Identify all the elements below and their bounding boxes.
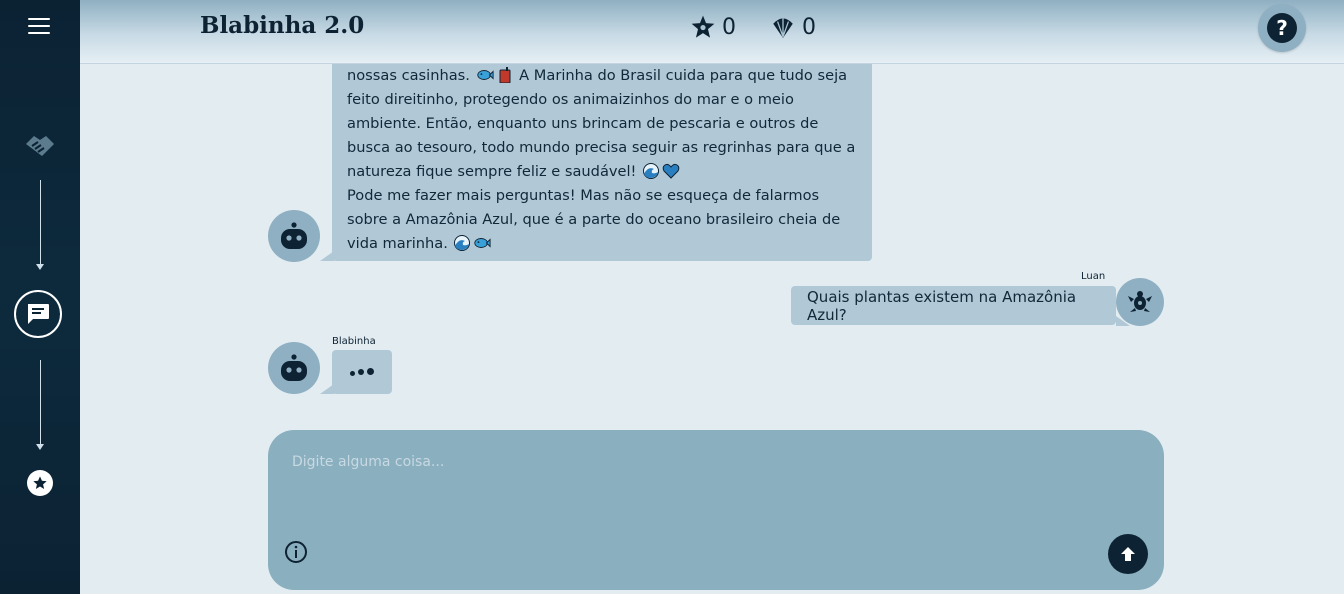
help-icon: ? xyxy=(1267,13,1297,43)
message-composer xyxy=(268,430,1164,590)
bot-name: Blabinha xyxy=(332,336,376,347)
message-paragraph: Pode me fazer mais perguntas! Mas não se… xyxy=(347,184,856,256)
header: Blabinha 2.0 0 0 ? xyxy=(80,0,1344,64)
info-icon xyxy=(285,541,307,563)
arrow-down-icon xyxy=(36,444,44,450)
fish-icon xyxy=(476,70,494,80)
wave-icon xyxy=(454,235,471,251)
info-button[interactable] xyxy=(284,540,308,564)
user-message-bubble: Quais plantas existem na Amazônia Azul? xyxy=(791,286,1116,325)
help-button[interactable]: ? xyxy=(1258,4,1306,52)
user-avatar xyxy=(1116,278,1164,326)
bot-avatar xyxy=(268,210,320,262)
seashell-icon xyxy=(773,18,793,38)
menu-icon[interactable] xyxy=(28,16,52,36)
chat-bubble-icon xyxy=(28,304,49,324)
robot-icon xyxy=(281,354,307,381)
chat-area[interactable]: nossas casinhas. A Marinha do Brasil cui… xyxy=(80,64,1344,594)
bubble-tail xyxy=(320,384,334,394)
arrow-down-icon xyxy=(36,264,44,270)
shells-count: 0 xyxy=(802,14,816,40)
bot-message-bubble: nossas casinhas. A Marinha do Brasil cui… xyxy=(332,64,872,261)
stars-score: 0 xyxy=(690,14,736,40)
arrow-up-icon xyxy=(1121,547,1135,561)
app-title: Blabinha 2.0 xyxy=(200,12,365,39)
user-name: Luan xyxy=(1081,271,1106,282)
robot-icon xyxy=(281,222,307,249)
message-text: Pode me fazer mais perguntas! Mas não se… xyxy=(347,187,841,252)
typing-dot xyxy=(350,370,355,376)
chat-step-button[interactable] xyxy=(14,290,62,338)
juice-box-icon xyxy=(499,67,511,83)
progress-line xyxy=(40,360,41,444)
progress-line xyxy=(40,180,41,264)
shells-score: 0 xyxy=(770,14,816,40)
star-icon xyxy=(33,476,47,489)
stars-count: 0 xyxy=(722,14,736,40)
message-paragraph: nossas casinhas. A Marinha do Brasil cui… xyxy=(347,64,856,184)
message-text: nossas casinhas. xyxy=(347,67,470,84)
blue-heart-icon xyxy=(662,163,680,179)
sea-turtle-icon xyxy=(1128,291,1152,312)
handshake-icon[interactable] xyxy=(22,130,58,162)
bot-avatar xyxy=(268,342,320,394)
starfish-icon xyxy=(691,15,715,38)
typing-dot xyxy=(367,367,374,375)
message-input[interactable] xyxy=(290,452,1114,536)
wave-icon xyxy=(643,163,660,179)
send-button[interactable] xyxy=(1108,534,1148,574)
bubble-tail xyxy=(320,251,334,261)
typing-dot xyxy=(358,369,364,375)
typing-indicator xyxy=(332,350,392,394)
sidebar xyxy=(0,0,80,594)
star-step-button[interactable] xyxy=(27,470,53,496)
message-text: Quais plantas existem na Amazônia Azul? xyxy=(807,287,1077,324)
fish-icon xyxy=(474,238,492,248)
